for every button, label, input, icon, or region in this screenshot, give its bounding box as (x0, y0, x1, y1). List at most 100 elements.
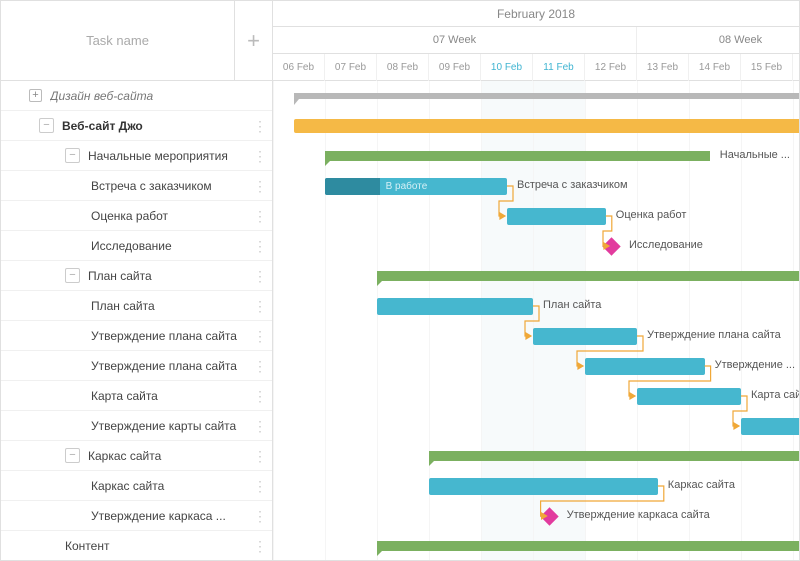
task-bar[interactable] (637, 388, 741, 405)
week-row: 07 Week08 Week (273, 27, 799, 54)
kebab-icon[interactable]: ⋮ (252, 509, 268, 523)
collapse-icon[interactable]: − (65, 448, 80, 463)
bar-label: Встреча с заказчиком (517, 179, 628, 191)
bar-label: Карта сайта (751, 389, 799, 401)
task-row[interactable]: + Дизайн веб-сайта (1, 81, 272, 111)
kebab-icon[interactable]: ⋮ (252, 389, 268, 403)
timeline-header: February 2018 07 Week08 Week 06 Feb07 Fe… (273, 1, 799, 81)
gantt-container: Task name + +Дизайн веб-сайта−Веб-сайт Д… (0, 0, 800, 561)
green-bar[interactable] (429, 451, 799, 461)
task-name-column-label: Task name (1, 33, 234, 48)
kebab-icon[interactable]: ⋮ (252, 479, 268, 493)
milestone-marker[interactable] (540, 507, 558, 525)
task-row[interactable]: Исследование⋮ (1, 231, 272, 261)
summary-gray-bar[interactable] (294, 93, 799, 99)
task-row[interactable]: −План сайта⋮ (1, 261, 272, 291)
expand-icon[interactable]: + (29, 89, 42, 102)
task-row[interactable]: Утверждение плана сайта⋮ (1, 321, 272, 351)
task-bar[interactable] (585, 358, 705, 375)
task-row[interactable]: −Начальные мероприятия⋮ (1, 141, 272, 171)
green-bar[interactable] (325, 151, 710, 161)
day-cell: 11 Feb (533, 54, 585, 81)
kebab-icon[interactable]: ⋮ (252, 419, 268, 433)
task-bar[interactable] (429, 478, 658, 495)
kebab-icon[interactable]: ⋮ (252, 179, 268, 193)
task-bar[interactable] (377, 298, 533, 315)
task-label: Веб-сайт Джо (62, 119, 252, 133)
task-label: Каркас сайта (91, 479, 252, 493)
day-row: 06 Feb07 Feb08 Feb09 Feb10 Feb11 Feb12 F… (273, 54, 799, 81)
orange-bar[interactable] (294, 119, 799, 133)
bar-label: Каркас сайта (668, 479, 735, 491)
bar-label: Исследование (629, 239, 703, 251)
task-label: Утверждение плана сайта (91, 329, 252, 343)
kebab-icon[interactable]: ⋮ (252, 359, 268, 373)
week-cell: 08 Week (637, 27, 799, 53)
bar-inner-text: В работе (386, 178, 428, 195)
task-label: Контент (65, 539, 252, 553)
task-row[interactable]: −Веб-сайт Джо⋮ (1, 111, 272, 141)
chart-body[interactable]: Начальные ... В работе Встреча с заказчико… (273, 81, 799, 560)
task-bar[interactable] (741, 418, 799, 435)
task-bar[interactable]: В работе (325, 178, 507, 195)
green-bar[interactable] (377, 271, 799, 281)
collapse-icon[interactable]: − (39, 118, 54, 133)
task-list-header: Task name + (1, 1, 272, 81)
task-row[interactable]: Контент⋮ (1, 531, 272, 560)
collapse-icon[interactable]: − (65, 268, 80, 283)
task-label: План сайта (91, 299, 252, 313)
progress-fill (325, 178, 380, 195)
add-task-button[interactable]: + (234, 1, 272, 81)
kebab-icon[interactable]: ⋮ (252, 239, 268, 253)
bar-label: Утверждение плана сайта (647, 329, 781, 341)
task-row[interactable]: Каркас сайта⋮ (1, 471, 272, 501)
green-bar[interactable] (377, 541, 799, 551)
task-label: Встреча с заказчиком (91, 179, 252, 193)
task-list: +Дизайн веб-сайта−Веб-сайт Джо⋮−Начальны… (1, 81, 272, 560)
task-row[interactable]: План сайта⋮ (1, 291, 272, 321)
day-cell: 10 Feb (481, 54, 533, 81)
task-bar[interactable] (507, 208, 606, 225)
task-list-pane: Task name + +Дизайн веб-сайта−Веб-сайт Д… (1, 1, 273, 560)
task-label: Дизайн веб-сайта (50, 89, 268, 103)
week-cell: 07 Week (273, 27, 637, 53)
task-row[interactable]: Оценка работ⋮ (1, 201, 272, 231)
bar-label: Оценка работ (616, 209, 687, 221)
task-label: Карта сайта (91, 389, 252, 403)
day-cell: 09 Feb (429, 54, 481, 81)
bar-label: Начальные ... (720, 149, 790, 161)
kebab-icon[interactable]: ⋮ (252, 119, 268, 133)
kebab-icon[interactable]: ⋮ (252, 299, 268, 313)
task-label: Исследование (91, 239, 252, 253)
day-cell: 12 Feb (585, 54, 637, 81)
kebab-icon[interactable]: ⋮ (252, 329, 268, 343)
day-cell: 15 Feb (741, 54, 793, 81)
task-row[interactable]: Утверждение карты сайта⋮ (1, 411, 272, 441)
task-row[interactable]: Утверждение плана сайта⋮ (1, 351, 272, 381)
kebab-icon[interactable]: ⋮ (252, 149, 268, 163)
kebab-icon[interactable]: ⋮ (252, 209, 268, 223)
task-label: Утверждение плана сайта (91, 359, 252, 373)
month-row: February 2018 (273, 1, 799, 27)
day-cell: 13 Feb (637, 54, 689, 81)
task-row[interactable]: Встреча с заказчиком⋮ (1, 171, 272, 201)
task-label: Каркас сайта (88, 449, 252, 463)
kebab-icon[interactable]: ⋮ (252, 449, 268, 463)
milestone-marker[interactable] (602, 237, 620, 255)
day-cell: 06 Feb (273, 54, 325, 81)
day-cell: 07 Feb (325, 54, 377, 81)
task-label: Утверждение карты сайта (91, 419, 252, 433)
task-bar[interactable] (533, 328, 637, 345)
kebab-icon[interactable]: ⋮ (252, 539, 268, 553)
bar-label: План сайта (543, 299, 601, 311)
task-row[interactable]: Утверждение каркаса ...⋮ (1, 501, 272, 531)
task-row[interactable]: −Каркас сайта⋮ (1, 441, 272, 471)
task-row[interactable]: Карта сайта⋮ (1, 381, 272, 411)
task-label: План сайта (88, 269, 252, 283)
day-cell: 14 Feb (689, 54, 741, 81)
bar-label: Утверждение ... (715, 359, 795, 371)
collapse-icon[interactable]: − (65, 148, 80, 163)
kebab-icon[interactable]: ⋮ (252, 269, 268, 283)
bar-label: Утверждение каркаса сайта (567, 509, 710, 521)
task-label: Оценка работ (91, 209, 252, 223)
